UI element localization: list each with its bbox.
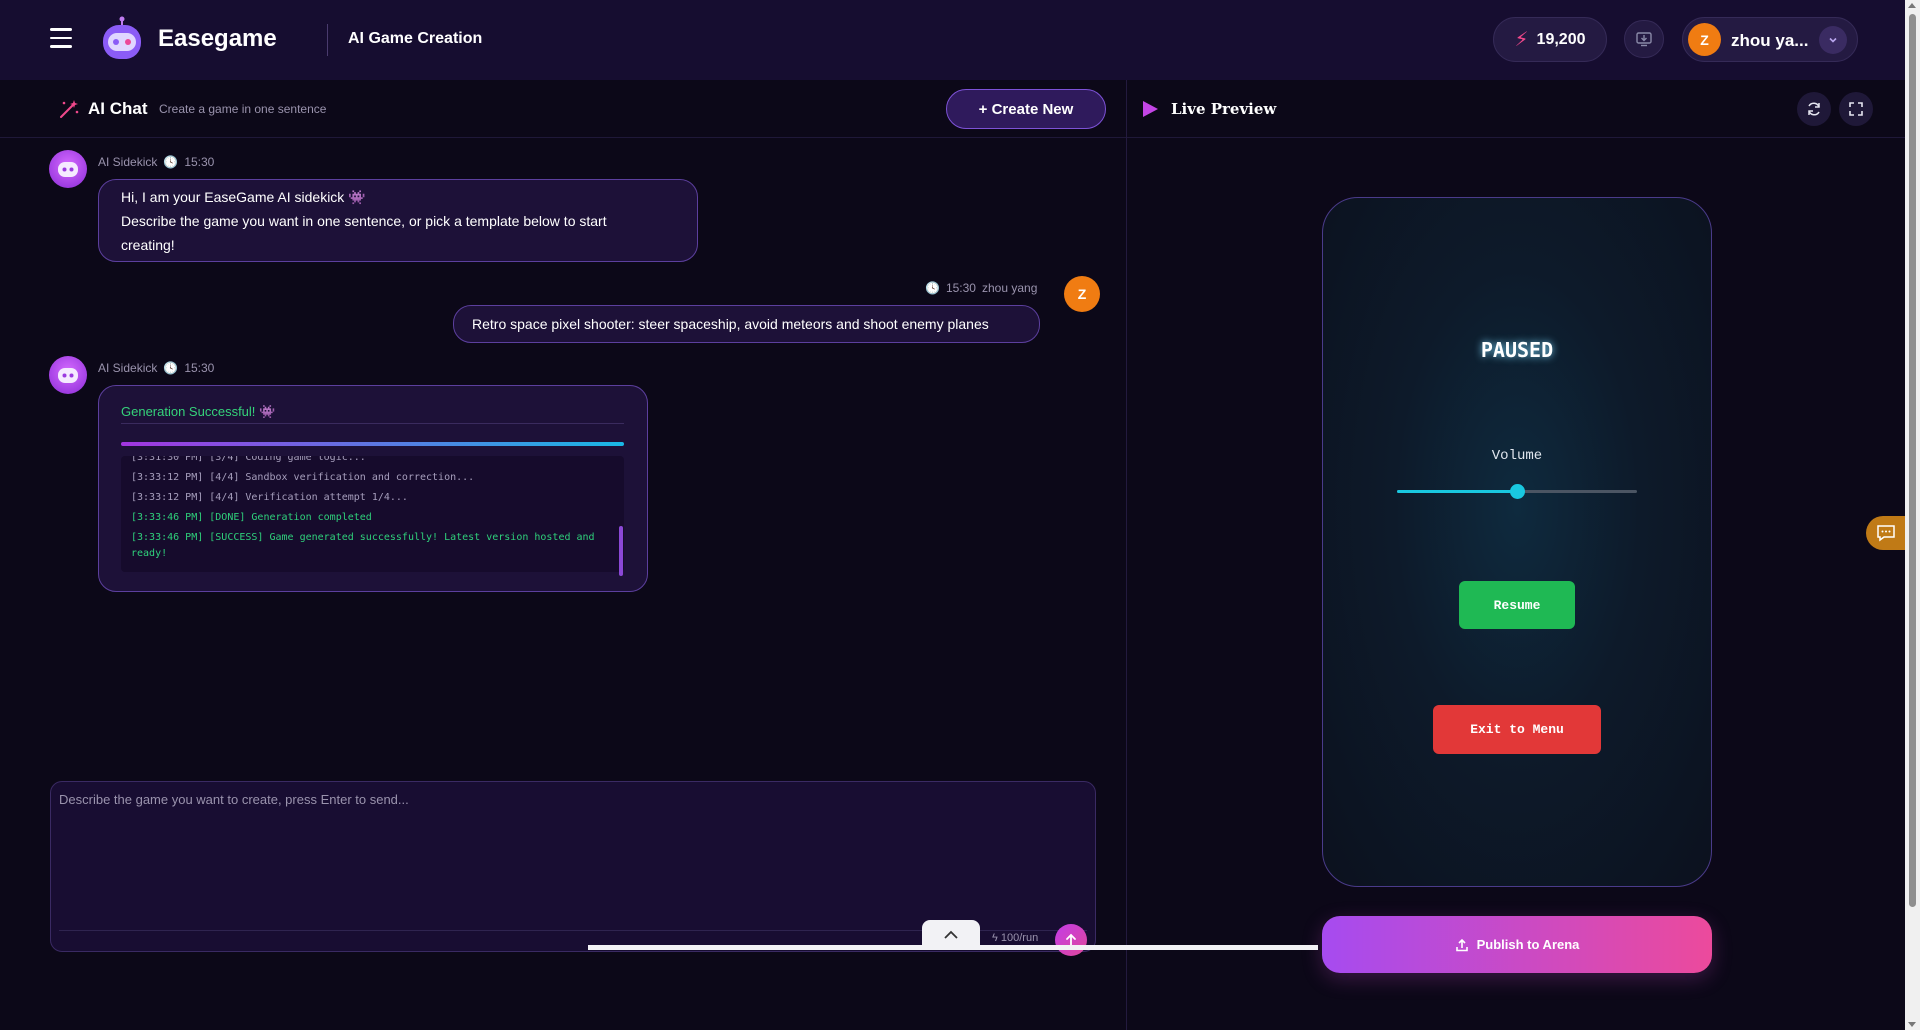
exit-to-menu-button[interactable]: Exit to Menu xyxy=(1433,705,1601,754)
prompt-input[interactable] xyxy=(59,792,1079,922)
robot-logo-icon[interactable] xyxy=(98,16,146,62)
run-cost: ϟ 100/run xyxy=(992,932,1038,944)
log-line: [3:31:30 PM] [3/4] Coding game logic... xyxy=(131,456,366,463)
progress-bar xyxy=(121,442,624,446)
log-line: [3:33:46 PM] [SUCCESS] Game generated su… xyxy=(131,532,595,559)
chat-subtitle: Create a game in one sentence xyxy=(159,102,327,116)
upload-icon xyxy=(1455,938,1468,951)
message-time: 15:30 xyxy=(184,155,215,169)
clock-icon: 🕓 xyxy=(925,281,940,295)
message-time: 15:30 xyxy=(184,361,215,375)
credits-badge[interactable]: ⚡ 19,200 xyxy=(1493,17,1607,62)
bot-avatar xyxy=(49,150,87,188)
send-button[interactable] xyxy=(1055,924,1087,956)
message-text: Retro space pixel shooter: steer spacesh… xyxy=(472,316,989,332)
bot-message-bubble: Hi, I am your EaseGame AI sidekick 👾 Des… xyxy=(98,179,698,262)
publish-label: Publish to Arena xyxy=(1476,937,1580,952)
generation-status: Generation Successful! 👾 xyxy=(121,404,276,419)
message-time: 15:30 xyxy=(945,281,976,295)
brand-name[interactable]: Easegame xyxy=(158,25,277,53)
message-text: Describe the game you want in one senten… xyxy=(121,213,607,229)
chat-header: AI Chat Create a game in one sentence + … xyxy=(0,80,1126,138)
message-text: Hi, I am your EaseGame AI sidekick 👾 xyxy=(121,189,366,205)
magic-wand-icon xyxy=(60,100,79,118)
user-name: zhou ya... xyxy=(1731,31,1809,50)
publish-button[interactable]: Publish to Arena xyxy=(1322,916,1712,973)
resume-button[interactable]: Resume xyxy=(1459,581,1575,629)
lightning-icon: ⚡ xyxy=(1514,29,1529,51)
lightning-icon: ϟ xyxy=(992,932,998,944)
fullscreen-icon xyxy=(1849,102,1863,116)
avatar: Z xyxy=(1688,23,1721,56)
section-title: AI Game Creation xyxy=(348,30,483,47)
scroll-thumb[interactable] xyxy=(1909,14,1916,907)
bot-avatar xyxy=(49,356,87,394)
chat-title: AI Chat xyxy=(88,99,148,118)
slider-thumb[interactable] xyxy=(1510,484,1525,499)
chevron-up-icon xyxy=(944,930,958,939)
user-menu[interactable]: Z zhou ya... xyxy=(1682,17,1858,62)
game-preview-frame[interactable]: PAUSED Volume Resume Exit to Menu xyxy=(1322,197,1712,887)
chevron-down-icon[interactable] xyxy=(1819,26,1847,54)
fullscreen-button[interactable] xyxy=(1839,92,1873,126)
chat-bubble-icon xyxy=(1876,525,1895,542)
sender-name: AI Sidekick xyxy=(98,155,158,169)
refresh-button[interactable] xyxy=(1797,92,1831,126)
credits-value: 19,200 xyxy=(1536,30,1586,48)
volume-slider[interactable] xyxy=(1397,484,1637,499)
play-icon xyxy=(1143,101,1158,117)
create-new-button[interactable]: + Create New xyxy=(946,89,1106,129)
paused-label: PAUSED xyxy=(1480,338,1554,362)
generation-log[interactable]: [3:31:30 PM] [3/4] Coding game logic... … xyxy=(121,456,624,572)
sender-name: zhou yang xyxy=(981,281,1038,295)
header-divider xyxy=(327,24,328,56)
feedback-button[interactable] xyxy=(1866,516,1905,550)
top-header: Easegame AI Game Creation ⚡ 19,200 Z zho… xyxy=(0,0,1905,80)
log-line: [3:33:12 PM] [4/4] Sandbox verification … xyxy=(131,472,475,483)
generation-result-card: Generation Successful! 👾 [3:31:30 PM] [3… xyxy=(98,385,648,592)
page-scrollbar[interactable] xyxy=(1905,0,1920,1030)
avatar: Z xyxy=(1064,276,1100,312)
clock-icon: 🕓 xyxy=(163,361,179,375)
preview-panel: Live Preview PAUSED Volume Resume Exit t… xyxy=(1127,80,1905,1030)
refresh-icon xyxy=(1808,102,1820,116)
sender-name: AI Sidekick xyxy=(98,361,158,375)
clock-icon: 🕓 xyxy=(163,155,179,169)
message-meta: AI Sidekick 🕓 15:30 xyxy=(98,361,214,375)
log-line: [3:33:46 PM] [DONE] Generation completed xyxy=(131,512,372,523)
divider xyxy=(121,423,624,424)
scroll-down-icon[interactable] xyxy=(1908,1022,1916,1027)
preview-title: Live Preview xyxy=(1171,100,1277,118)
slider-fill xyxy=(1397,490,1517,493)
menu-icon[interactable] xyxy=(50,28,72,48)
download-button[interactable] xyxy=(1624,20,1664,58)
run-cost-value: 100/run xyxy=(1000,932,1039,944)
robot-icon xyxy=(58,162,78,177)
log-scrollbar[interactable] xyxy=(619,526,623,576)
download-icon xyxy=(1636,32,1652,47)
volume-label: Volume xyxy=(1491,448,1543,464)
chat-panel: AI Chat Create a game in one sentence + … xyxy=(0,80,1126,1030)
preview-header: Live Preview xyxy=(1127,80,1905,138)
message-meta: AI Sidekick 🕓 15:30 xyxy=(98,155,214,169)
robot-icon xyxy=(58,368,78,383)
bottom-drawer-edge[interactable] xyxy=(588,945,1318,950)
log-line: [3:33:12 PM] [4/4] Verification attempt … xyxy=(131,492,408,503)
message-text: creating! xyxy=(121,237,175,253)
user-message-bubble: Retro space pixel shooter: steer spacesh… xyxy=(453,305,1040,343)
scroll-up-icon[interactable] xyxy=(1908,3,1916,8)
message-meta: 🕓 15:30 zhou yang xyxy=(925,281,1037,295)
